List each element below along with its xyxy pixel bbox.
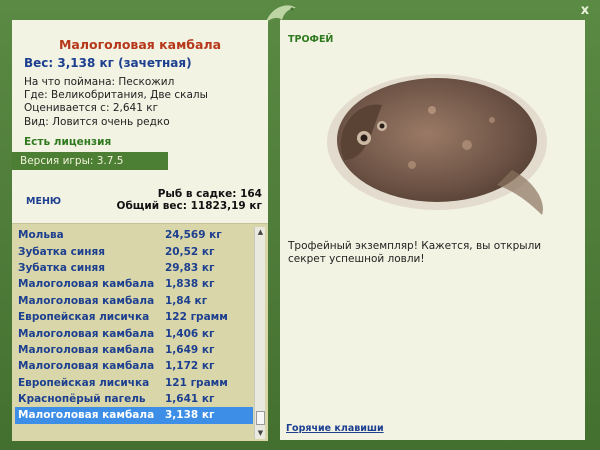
list-item[interactable]: Малоголовая камбала 3,138 кг <box>15 407 253 424</box>
list-item-name: Малоголовая камбала <box>18 278 155 291</box>
menu-button[interactable]: МЕНЮ <box>26 196 61 207</box>
list-item-name: Малоголовая камбала <box>18 409 155 422</box>
scroll-up-icon[interactable]: ▲ <box>255 227 266 238</box>
list-item-name: Краснопёрый пагель <box>18 393 146 406</box>
fish-details: На что поймана: Пескожил Где: Великобрит… <box>24 76 208 129</box>
list-item-name: Малоголовая камбала <box>18 360 155 373</box>
list-item-weight: 1,641 кг <box>165 393 215 406</box>
trophy-text: Трофейный экземпляр! Кажется, вы открыли… <box>288 240 542 265</box>
fish-kind: Вид: Ловится очень редко <box>24 115 170 128</box>
list-item-weight: 1,406 кг <box>165 327 215 340</box>
stats-panel: МЕНЮ Рыб в садке: 164 Общий вес: 11823,1… <box>12 180 268 223</box>
scroll-thumb[interactable] <box>256 411 265 425</box>
fish-count: Рыб в садке: 164 <box>157 188 262 200</box>
fish-value: Оценивается с: 2,641 кг <box>24 102 159 115</box>
list-item-weight: 29,83 кг <box>165 261 215 274</box>
list-item[interactable]: Европейская лисичка 121 грамм <box>15 375 253 391</box>
list-item-weight: 121 грамм <box>165 376 228 389</box>
version-bar: Версия игры: 3.7.5 <box>12 152 168 170</box>
scroll-down-icon[interactable]: ▼ <box>255 428 266 439</box>
list-item[interactable]: Краснопёрый пагель 1,641 кг <box>15 391 253 407</box>
list-item[interactable]: Европейская лисичка 122 грамм <box>15 309 253 325</box>
list-item-weight: 20,52 кг <box>165 245 215 258</box>
list-item-weight: 3,138 кг <box>165 409 215 422</box>
fish-title: Малоголовая камбала <box>58 37 222 52</box>
fish-image <box>302 50 562 234</box>
list-item-name: Зубатка синяя <box>18 261 105 274</box>
list-item-name: Малоголовая камбала <box>18 294 155 307</box>
list-item-name: Европейская лисичка <box>18 311 150 324</box>
catch-list[interactable]: Мольва 24,569 кг Зубатка синяя 20,52 кг Зуба… <box>15 227 253 424</box>
list-item-weight: 24,569 кг <box>165 229 222 242</box>
fish-weight: Вес: 3,138 кг (зачетная) <box>24 56 192 70</box>
trophy-panel: ТРОФЕЙ Трофейный экземпляр! Кажется, вы … <box>280 20 585 440</box>
list-item[interactable]: Малоголовая камбала 1,84 кг <box>15 293 253 309</box>
list-item-name: Малоголовая камбала <box>18 327 155 340</box>
list-item-weight: 1,84 кг <box>165 294 208 307</box>
list-item[interactable]: Малоголовая камбала 1,172 кг <box>15 358 253 374</box>
list-item[interactable]: Малоголовая камбала 1,649 кг <box>15 342 253 358</box>
list-item-name: Зубатка синяя <box>18 245 105 258</box>
catch-stats: Рыб в садке: 164 Общий вес: 11823,19 кг <box>117 188 262 212</box>
license-status: Есть лицензия <box>24 136 112 148</box>
fish-bait: На что поймана: Пескожил <box>24 76 175 88</box>
catch-list-panel: Мольва 24,569 кг Зубатка синяя 20,52 кг Зуба… <box>12 223 268 441</box>
scrollbar[interactable]: ▲ ▼ <box>254 227 265 439</box>
list-item-name: Мольва <box>18 229 64 242</box>
fish-location: Где: Великобритания, Две скалы <box>24 89 208 102</box>
list-item[interactable]: Зубатка синяя 20,52 кг <box>15 243 253 259</box>
list-item[interactable]: Мольва 24,569 кг <box>15 227 253 243</box>
close-button[interactable]: x <box>578 4 592 18</box>
list-item-weight: 1,172 кг <box>165 360 215 373</box>
list-item-weight: 122 грамм <box>165 311 228 324</box>
list-item-weight: 1,649 кг <box>165 343 215 356</box>
list-item[interactable]: Малоголовая камбала 1,838 кг <box>15 276 253 292</box>
list-item[interactable]: Малоголовая камбала 1,406 кг <box>15 325 253 341</box>
total-weight: Общий вес: 11823,19 кг <box>116 200 262 212</box>
trophy-label: ТРОФЕЙ <box>288 34 334 45</box>
list-item-name: Малоголовая камбала <box>18 343 155 356</box>
hotkeys-link[interactable]: Горячие клавиши <box>286 423 384 434</box>
list-item-weight: 1,838 кг <box>165 278 215 291</box>
list-item[interactable]: Зубатка синяя 29,83 кг <box>15 260 253 276</box>
list-item-name: Европейская лисичка <box>18 376 150 389</box>
